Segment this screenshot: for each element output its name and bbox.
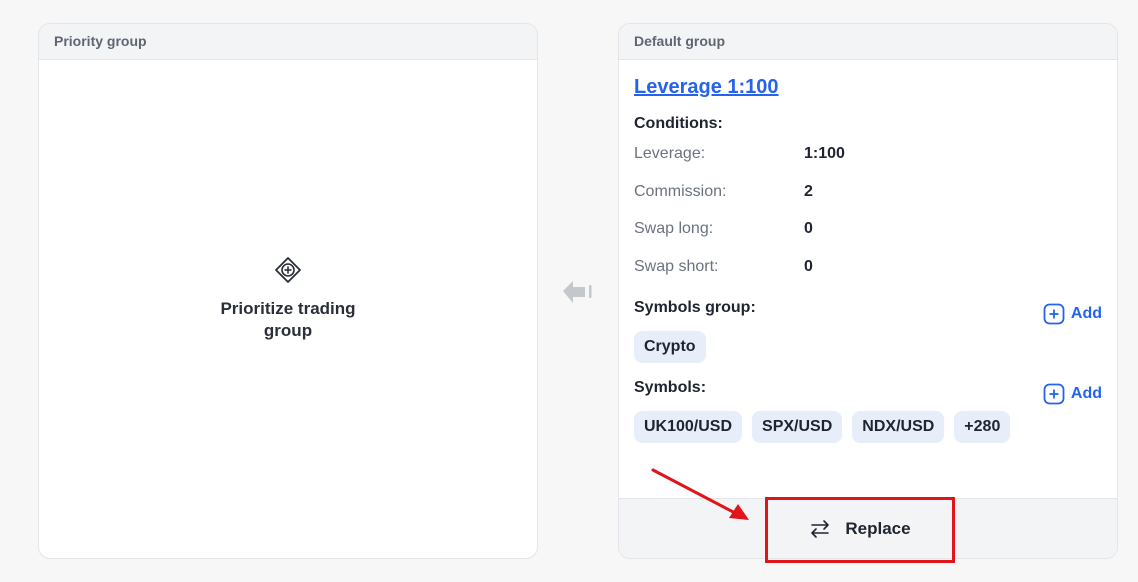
condition-label: Swap long:	[634, 220, 714, 237]
condition-value: 1:100	[804, 145, 845, 162]
symbols-section: Symbols: Add UK100/USD SPX/USD NDX/USD +…	[634, 379, 1102, 443]
condition-label: Commission:	[634, 182, 727, 200]
symbols-group-title: Symbols group:	[634, 299, 756, 316]
symbols-group-section: Symbols group: Add Crypto	[634, 299, 1102, 363]
condition-row: Leverage: 1:100	[634, 145, 1102, 183]
default-group-header: Default group	[619, 24, 1117, 60]
plus-diamond-icon	[275, 257, 301, 283]
priority-group-card: Priority group Prioritize trading group	[38, 23, 538, 559]
card-footer: Replace	[619, 498, 1117, 558]
prioritize-trading-group-button[interactable]: Prioritize trading group	[39, 60, 537, 558]
replace-label: Replace	[845, 519, 911, 538]
condition-label: Swap short:	[634, 257, 719, 275]
condition-label: Leverage:	[634, 145, 706, 162]
group-title-link[interactable]: Leverage 1:100	[634, 76, 779, 99]
add-label: Add	[1070, 305, 1102, 322]
replace-button[interactable]: Replace	[766, 499, 954, 558]
plus-square-icon	[1043, 383, 1065, 405]
prioritize-trading-group-label: Prioritize trading group	[220, 299, 356, 340]
condition-value: 2	[804, 182, 813, 200]
arrow-left-icon	[563, 281, 592, 303]
add-label: Add	[1070, 385, 1102, 402]
default-group-content: Leverage 1:100 Conditions: Leverage: 1:1…	[619, 60, 1117, 443]
more-symbols-chip[interactable]: +280	[954, 411, 1011, 443]
priority-group-header: Priority group	[39, 24, 537, 60]
add-symbols-group-button[interactable]: Add	[1043, 303, 1102, 325]
condition-row: Swap short: 0	[634, 258, 1102, 296]
add-symbols-button[interactable]: Add	[1043, 383, 1102, 405]
condition-row: Commission: 2	[634, 183, 1102, 221]
symbols-group-chip[interactable]: Crypto	[634, 331, 706, 363]
symbol-chip[interactable]: NDX/USD	[852, 411, 945, 443]
condition-row: Swap long: 0	[634, 220, 1102, 258]
symbol-chip[interactable]: UK100/USD	[634, 411, 743, 443]
plus-square-icon	[1043, 303, 1065, 325]
default-group-card: Default group Leverage 1:100 Conditions:…	[618, 23, 1118, 559]
swap-arrows-icon	[811, 520, 830, 538]
condition-value: 0	[804, 257, 813, 275]
conditions-title: Conditions:	[634, 115, 723, 132]
condition-value: 0	[804, 220, 813, 237]
symbol-chip[interactable]: SPX/USD	[752, 411, 843, 443]
symbols-title: Symbols:	[634, 379, 707, 396]
